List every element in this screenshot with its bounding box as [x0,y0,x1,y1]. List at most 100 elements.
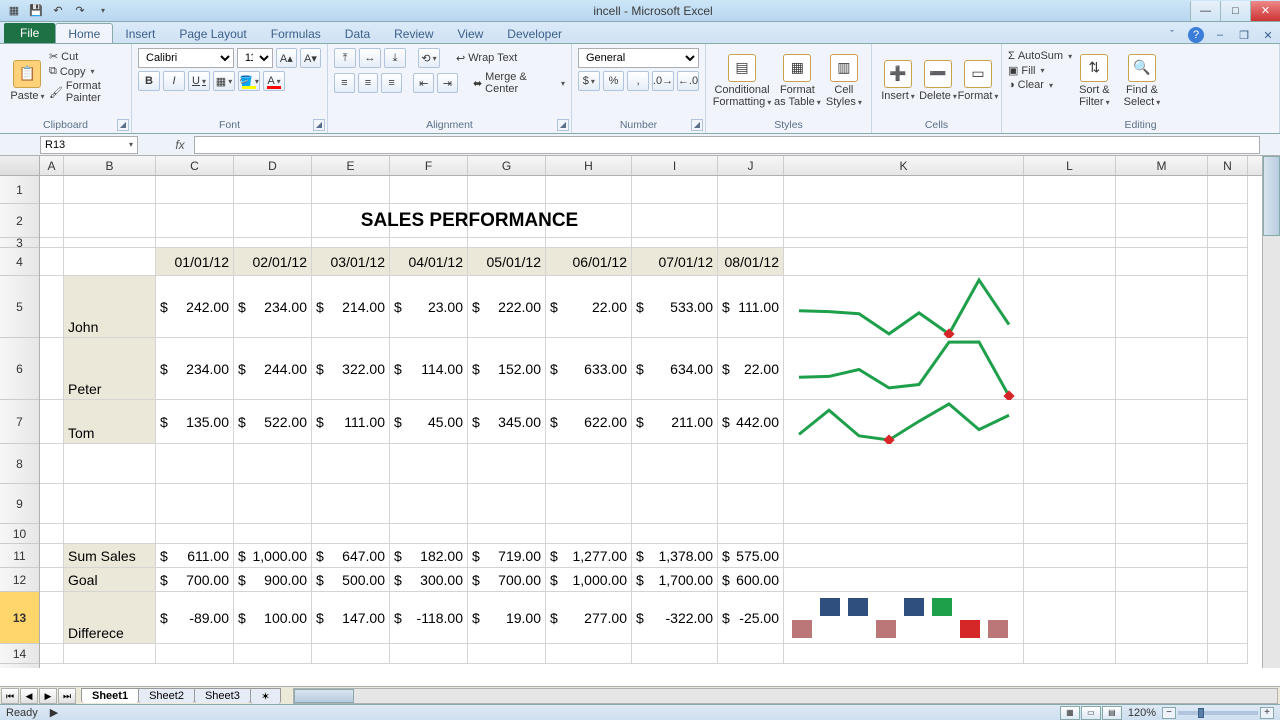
cell[interactable] [1116,592,1208,644]
decrease-decimal[interactable]: ←.0 [677,71,699,91]
cell[interactable] [390,484,468,524]
insert-cells-button[interactable]: ➕Insert [878,48,918,114]
cell[interactable]: $-118.00 [390,592,468,644]
cell[interactable] [632,524,718,544]
cell[interactable] [1024,338,1116,400]
cell[interactable] [40,444,64,484]
cell[interactable]: $600.00 [718,568,784,592]
tab-nav-prev[interactable]: ◀ [20,688,38,704]
cell[interactable]: $647.00 [312,544,390,568]
cell[interactable] [312,524,390,544]
cell[interactable] [632,444,718,484]
cell[interactable]: $634.00 [632,338,718,400]
page-break-view-button[interactable]: ▤ [1102,706,1122,720]
cell[interactable]: $700.00 [468,568,546,592]
cell[interactable] [1116,176,1208,204]
tab-nav-last[interactable]: ⏭ [58,688,76,704]
cell[interactable] [1024,238,1116,248]
new-sheet-button[interactable]: ✶ [250,688,281,704]
cell[interactable] [64,644,156,664]
border-button[interactable]: ▦ [213,71,235,91]
cell[interactable] [312,444,390,484]
number-format-select[interactable]: General [578,48,699,68]
cell[interactable] [784,176,1024,204]
cell[interactable]: $-89.00 [156,592,234,644]
cell[interactable] [234,176,312,204]
cell[interactable]: $277.00 [546,592,632,644]
cell[interactable]: $222.00 [468,276,546,338]
cell[interactable]: $500.00 [312,568,390,592]
accounting-button[interactable]: $ [578,71,600,91]
cell[interactable] [64,238,156,248]
cell[interactable] [40,338,64,400]
cell[interactable]: 06/01/12 [546,248,632,276]
cell[interactable] [546,444,632,484]
cell[interactable] [1208,484,1248,524]
cell[interactable] [40,400,64,444]
row-header-8[interactable]: 8 [0,444,39,484]
cell[interactable]: $300.00 [390,568,468,592]
format-as-table-button[interactable]: ▦Format as Table [772,48,823,114]
cell[interactable]: $345.00 [468,400,546,444]
row-headers[interactable]: 1234567891011121314 [0,176,40,668]
macro-record-icon[interactable]: ▶ [50,706,58,719]
cell[interactable]: $23.00 [390,276,468,338]
cell[interactable] [40,544,64,568]
cell[interactable]: $45.00 [390,400,468,444]
col-header-E[interactable]: E [312,156,390,175]
tab-developer[interactable]: Developer [495,24,574,43]
cell[interactable]: $135.00 [156,400,234,444]
cell[interactable]: $1,277.00 [546,544,632,568]
cell[interactable]: $611.00 [156,544,234,568]
cell[interactable] [1116,276,1208,338]
cell[interactable]: Tom [64,400,156,444]
shrink-font-button[interactable]: A▾ [300,48,321,68]
paste-button[interactable]: 📋 Paste [6,48,49,114]
clear-button[interactable]: ◑ Clear [1008,79,1072,91]
cell[interactable]: $533.00 [632,276,718,338]
cell[interactable] [40,248,64,276]
cell[interactable]: Sum Sales [64,544,156,568]
grow-font-button[interactable]: A▴ [276,48,297,68]
col-header-C[interactable]: C [156,156,234,175]
cell[interactable] [546,644,632,664]
cell[interactable] [468,484,546,524]
cell[interactable] [390,176,468,204]
cell[interactable] [632,484,718,524]
vscroll-thumb[interactable] [1263,156,1280,236]
font-launcher[interactable]: ◢ [313,119,325,131]
cell[interactable] [64,204,156,238]
cell[interactable] [1116,338,1208,400]
cell[interactable] [784,248,1024,276]
minimize-ribbon-icon[interactable]: ˇ [1164,27,1180,43]
fill-color-button[interactable]: 🪣 [238,71,260,91]
cell[interactable] [40,204,64,238]
cell[interactable] [312,176,390,204]
cell[interactable] [468,644,546,664]
cell[interactable] [1116,544,1208,568]
column-headers[interactable]: ABCDEFGHIJKLMN [40,156,1262,176]
decrease-indent[interactable]: ⇤ [413,73,434,93]
row-header-10[interactable]: 10 [0,524,39,544]
zoom-level[interactable]: 120% [1128,707,1156,719]
cell[interactable] [156,238,234,248]
cell[interactable] [468,524,546,544]
cell[interactable]: $22.00 [718,338,784,400]
cell[interactable]: SALES PERFORMANCE [156,204,784,238]
cell[interactable] [718,176,784,204]
worksheet-grid[interactable]: ABCDEFGHIJKLMN 1234567891011121314 SALES… [0,156,1280,686]
cell-styles-button[interactable]: ▥Cell Styles [823,48,865,114]
increase-decimal[interactable]: .0→ [652,71,674,91]
cell[interactable]: $700.00 [156,568,234,592]
cell[interactable] [1208,176,1248,204]
workbook-minimize[interactable]: – [1212,27,1228,43]
conditional-formatting-button[interactable]: ▤Conditional Formatting [712,48,772,114]
cell[interactable] [40,568,64,592]
percent-button[interactable]: % [603,71,625,91]
cell[interactable] [1116,248,1208,276]
cut-button[interactable]: ✂ Cut [49,50,125,63]
zoom-out-button[interactable]: − [1162,707,1176,719]
increase-indent[interactable]: ⇥ [437,73,458,93]
cell[interactable] [1208,592,1248,644]
cell[interactable] [64,444,156,484]
